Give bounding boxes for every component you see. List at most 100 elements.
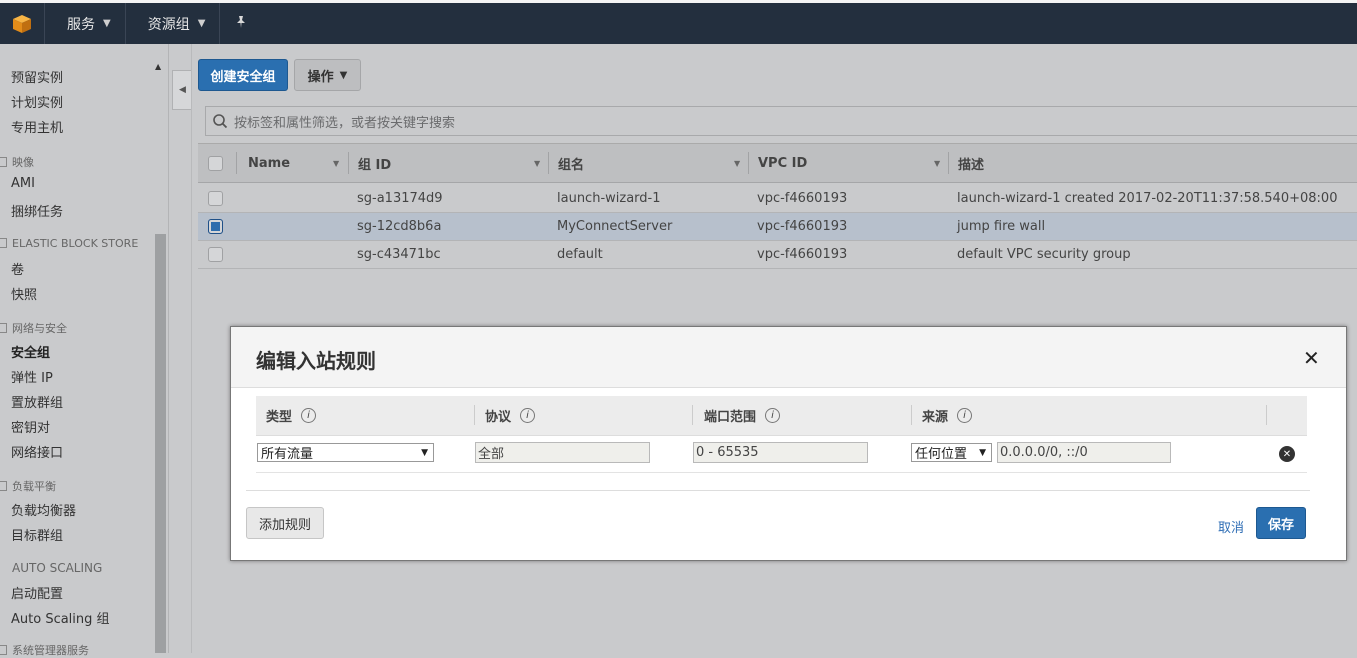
section-title: 负载平衡	[12, 480, 56, 493]
sort-arrow-icon: ▼	[333, 158, 340, 168]
column-header-label: 描述	[958, 157, 985, 173]
column-header-label: 端口范围	[704, 410, 757, 425]
column-header-label: VPC ID	[758, 155, 808, 171]
remove-rule-icon[interactable]: ✕	[1279, 446, 1295, 462]
column-separator	[748, 152, 749, 174]
section-title: ELASTIC BLOCK STORE	[12, 237, 139, 250]
cell-vpc-id: vpc-f4660193	[757, 219, 848, 234]
sidebar-item-ami[interactable]: AMI	[11, 176, 35, 191]
close-icon[interactable]: ✕	[1303, 346, 1320, 370]
column-separator	[911, 405, 912, 425]
column-header-source: 来源 i	[922, 396, 973, 435]
resource-groups-menu[interactable]: 资源组 ▼	[126, 3, 221, 44]
actions-button[interactable]: 操作 ▼	[294, 59, 361, 91]
sidebar-item-security-groups[interactable]: 安全组	[11, 342, 50, 361]
collapse-bracket-icon	[0, 481, 7, 491]
table-row[interactable]: sg-a13174d9 launch-wizard-1 vpc-f4660193…	[198, 185, 1357, 213]
chevron-left-icon: ◀	[179, 85, 186, 95]
sidebar-item-target-groups[interactable]: 目标群组	[11, 525, 63, 544]
column-header-description[interactable]: 描述	[958, 144, 1258, 182]
row-checkbox[interactable]	[208, 219, 223, 234]
dialog-title: 编辑入站规则	[256, 349, 376, 373]
collapse-bracket-icon	[0, 157, 7, 167]
cell-group-id: sg-12cd8b6a	[357, 219, 442, 234]
collapse-sidebar-button[interactable]: ◀	[172, 70, 192, 110]
sidebar-section-images[interactable]: 映像	[0, 154, 34, 170]
select-all-checkbox[interactable]	[208, 156, 223, 171]
add-rule-button[interactable]: 添加规则	[246, 507, 324, 539]
cell-group-name: MyConnectServer	[557, 219, 673, 234]
rules-table-header: 类型 i 协议 i 端口范围 i 来源 i	[256, 396, 1307, 436]
cell-vpc-id: vpc-f4660193	[757, 191, 848, 206]
sidebar: ▲ 预留实例 计划实例 专用主机 映像 AMI 捆绑任务 ELASTIC BLO…	[0, 44, 169, 657]
sidebar-item-load-balancers[interactable]: 负载均衡器	[11, 500, 76, 519]
column-header-label: 组 ID	[358, 157, 392, 173]
column-separator	[548, 152, 549, 174]
sort-arrow-icon: ▼	[934, 158, 941, 168]
row-checkbox[interactable]	[208, 247, 223, 262]
info-icon[interactable]: i	[765, 408, 781, 423]
info-icon[interactable]: i	[520, 408, 536, 423]
divider	[191, 44, 192, 653]
column-header-label: 来源	[922, 410, 949, 425]
sidebar-item-dedicated-hosts[interactable]: 专用主机	[11, 117, 63, 136]
sidebar-item-volumes[interactable]: 卷	[11, 259, 24, 278]
scroll-up-arrow-icon[interactable]: ▲	[155, 62, 161, 71]
column-header-group-name[interactable]: 组名 ▼	[558, 144, 748, 182]
sidebar-item-launch-configurations[interactable]: 启动配置	[11, 583, 63, 602]
protocol-field: 全部	[475, 442, 650, 463]
column-header-vpc-id[interactable]: VPC ID ▼	[758, 144, 948, 182]
aws-cube-icon	[12, 14, 32, 34]
cell-vpc-id: vpc-f4660193	[757, 247, 848, 262]
sidebar-item-bundle-tasks[interactable]: 捆绑任务	[11, 201, 63, 220]
aws-logo[interactable]	[0, 3, 45, 44]
sidebar-section-load-balancing[interactable]: 负载平衡	[0, 478, 56, 494]
table-row[interactable]: sg-c43471bc default vpc-f4660193 default…	[198, 241, 1357, 269]
sidebar-scrollbar[interactable]	[155, 234, 166, 653]
collapse-bracket-icon	[0, 645, 7, 655]
sidebar-item-reserved-instances[interactable]: 预留实例	[11, 67, 63, 86]
edit-inbound-rules-dialog: 编辑入站规则 ✕ 类型 i 协议 i 端口范围 i 来源 i 所有流量 ▼ 全部 0 -…	[230, 326, 1347, 561]
save-button[interactable]: 保存	[1256, 507, 1306, 539]
sidebar-section-systems-manager[interactable]: 系统管理器服务	[0, 642, 89, 658]
type-select-value: 所有流量	[261, 447, 314, 462]
table-header: Name ▼ 组 ID ▼ 组名 ▼ VPC ID ▼ 描述	[198, 143, 1357, 183]
column-separator	[474, 405, 475, 425]
services-menu[interactable]: 服务 ▼	[45, 3, 126, 44]
column-separator	[236, 152, 237, 174]
info-icon[interactable]: i	[957, 408, 973, 423]
sidebar-section-ebs[interactable]: ELASTIC BLOCK STORE	[0, 237, 138, 250]
info-icon[interactable]: i	[301, 408, 317, 423]
cell-description: launch-wizard-1 created 2017-02-20T11:37…	[957, 191, 1338, 206]
sort-arrow-icon: ▼	[534, 158, 541, 168]
pin-icon[interactable]	[220, 15, 262, 33]
sidebar-item-placement-groups[interactable]: 置放群组	[11, 392, 63, 411]
column-header-group-id[interactable]: 组 ID ▼	[358, 144, 548, 182]
source-cidr-field[interactable]: 0.0.0.0/0, ::/0	[997, 442, 1171, 463]
type-select[interactable]: 所有流量 ▼	[257, 443, 434, 462]
column-separator	[692, 405, 693, 425]
column-header-name[interactable]: Name ▼	[248, 144, 346, 182]
sidebar-item-network-interfaces[interactable]: 网络接口	[11, 442, 63, 461]
row-checkbox[interactable]	[208, 191, 223, 206]
sidebar-item-key-pairs[interactable]: 密钥对	[11, 417, 50, 436]
search-input[interactable]: 按标签和属性筛选，或者按关键字搜索	[205, 106, 1357, 136]
cancel-link[interactable]: 取消	[1218, 517, 1244, 536]
table-row[interactable]: sg-12cd8b6a MyConnectServer vpc-f4660193…	[198, 213, 1357, 241]
sidebar-item-scheduled-instances[interactable]: 计划实例	[11, 92, 63, 111]
sidebar-section-auto-scaling[interactable]: AUTO SCALING	[0, 561, 102, 575]
cell-group-name: launch-wizard-1	[557, 191, 661, 206]
top-navigation-bar: 服务 ▼ 资源组 ▼	[0, 0, 1357, 44]
actions-label: 操作	[307, 69, 334, 85]
create-security-group-button[interactable]: 创建安全组	[198, 59, 288, 91]
source-select[interactable]: 任何位置 ▼	[911, 443, 992, 462]
sidebar-item-snapshots[interactable]: 快照	[11, 284, 37, 303]
sidebar-item-auto-scaling-groups[interactable]: Auto Scaling 组	[11, 608, 110, 627]
sidebar-section-network-security[interactable]: 网络与安全	[0, 320, 67, 336]
column-separator	[348, 152, 349, 174]
collapse-bracket-icon	[0, 323, 7, 333]
column-header-protocol: 协议 i	[485, 396, 536, 435]
sidebar-item-elastic-ip[interactable]: 弹性 IP	[11, 367, 53, 386]
rule-row: 所有流量 ▼ 全部 0 - 65535 任何位置 ▼ 0.0.0.0/0, ::…	[256, 436, 1307, 473]
divider	[246, 490, 1310, 491]
